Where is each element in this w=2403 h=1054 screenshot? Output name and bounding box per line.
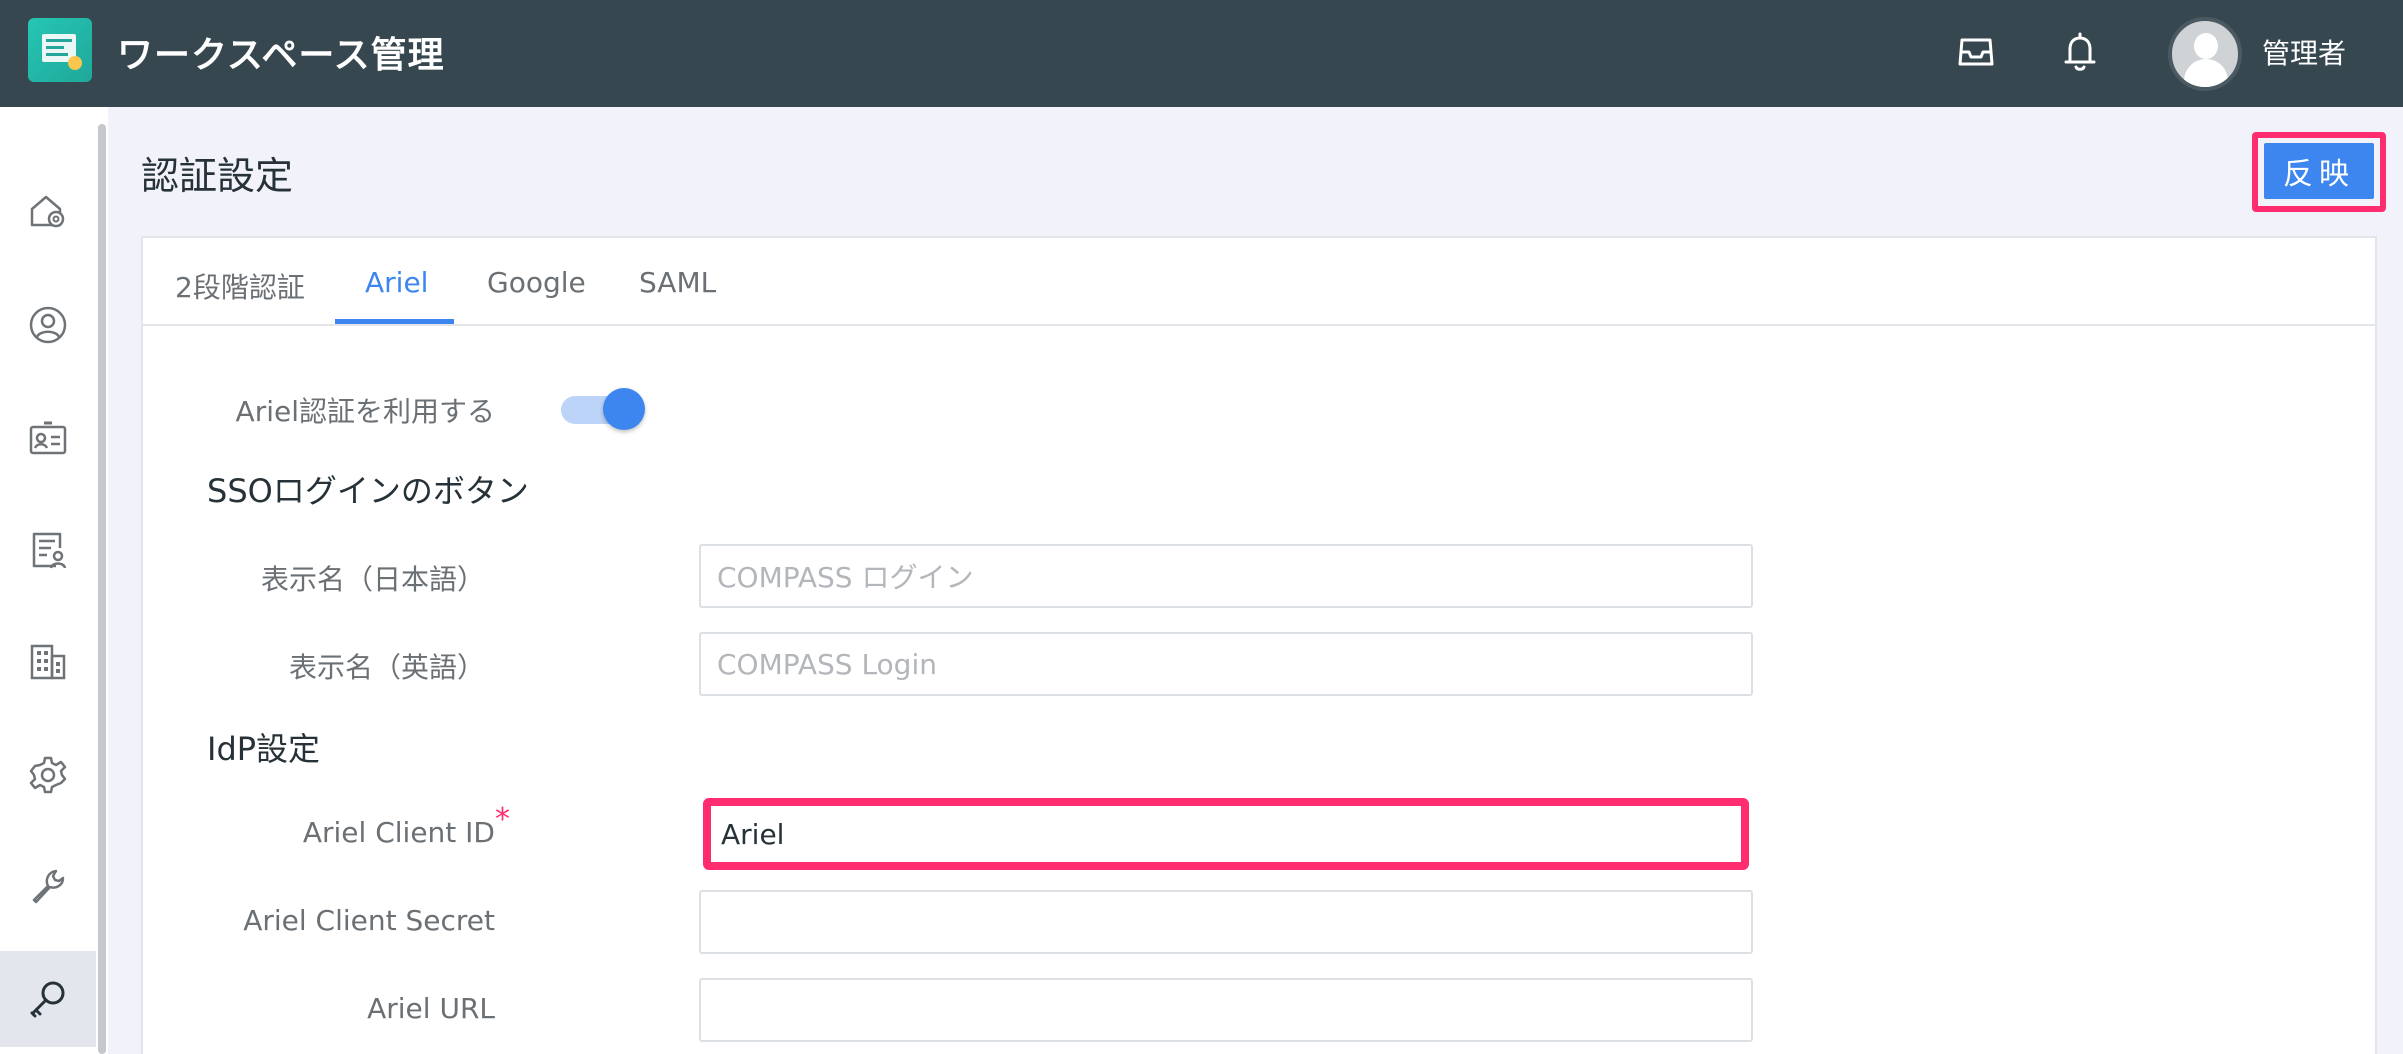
page-title: 認証設定 bbox=[141, 154, 294, 198]
document-user-icon bbox=[32, 532, 67, 569]
client-secret-label: Ariel Client Secret bbox=[243, 904, 495, 937]
ariel-url-label: Ariel URL bbox=[367, 992, 495, 1025]
tab-bar: 2段階認証 Ariel Google SAML bbox=[143, 238, 2375, 326]
sidebar-item-organization[interactable] bbox=[0, 614, 96, 710]
sidebar-item-users[interactable] bbox=[0, 277, 96, 373]
sidebar bbox=[0, 107, 96, 1054]
sidebar-item-tools[interactable] bbox=[0, 838, 96, 934]
wrench-icon bbox=[32, 869, 65, 904]
tab-ariel[interactable]: Ariel bbox=[365, 266, 428, 299]
user-name[interactable]: 管理者 bbox=[2262, 32, 2346, 72]
required-marker: * bbox=[495, 802, 510, 837]
client-id-label: Ariel Client ID bbox=[302, 816, 495, 849]
sidebar-item-id-card[interactable] bbox=[0, 390, 96, 486]
sidebar-item-authentication[interactable] bbox=[0, 951, 96, 1047]
ariel-auth-toggle[interactable] bbox=[561, 386, 649, 432]
ariel-toggle-label: Ariel認証を利用する bbox=[235, 395, 495, 428]
key-icon bbox=[30, 981, 65, 1018]
home-settings-icon bbox=[30, 195, 65, 228]
app-header: ワークスペース管理 管理者 bbox=[0, 0, 2403, 107]
sidebar-scrollbar[interactable] bbox=[98, 124, 106, 1054]
idp-section-title: IdP設定 bbox=[207, 730, 321, 768]
id-card-icon bbox=[29, 421, 67, 455]
gear-icon bbox=[29, 756, 67, 794]
sso-section-title: SSOログインのボタン bbox=[207, 472, 529, 510]
inbox-icon[interactable] bbox=[1956, 30, 1996, 74]
active-tab-indicator bbox=[335, 319, 454, 324]
display-name-ja-placeholder: COMPASS ログイン bbox=[717, 561, 974, 594]
settings-card: 2段階認証 Ariel Google SAML Ariel認証を利用する SSO… bbox=[141, 236, 2377, 1054]
display-name-en-input[interactable]: COMPASS Login bbox=[699, 632, 1753, 696]
client-id-input[interactable]: Ariel bbox=[703, 798, 1749, 870]
client-id-value: Ariel bbox=[721, 817, 785, 851]
client-secret-input[interactable] bbox=[699, 890, 1753, 954]
sidebar-item-settings[interactable] bbox=[0, 727, 96, 823]
bell-icon[interactable] bbox=[2060, 30, 2100, 74]
sidebar-item-home-settings[interactable] bbox=[0, 163, 96, 259]
display-name-en-label: 表示名（英語） bbox=[288, 651, 485, 684]
tab-saml[interactable]: SAML bbox=[639, 266, 716, 299]
ariel-url-input[interactable] bbox=[699, 978, 1753, 1042]
app-logo-icon[interactable] bbox=[28, 18, 92, 82]
display-name-ja-input[interactable]: COMPASS ログイン bbox=[699, 544, 1753, 608]
app-title: ワークスペース管理 bbox=[117, 35, 445, 76]
user-circle-icon bbox=[29, 306, 67, 344]
tab-google[interactable]: Google bbox=[487, 266, 586, 299]
building-icon bbox=[30, 644, 66, 680]
avatar[interactable] bbox=[2168, 17, 2242, 91]
display-name-en-placeholder: COMPASS Login bbox=[717, 647, 937, 681]
tab-two-factor[interactable]: 2段階認証 bbox=[175, 266, 305, 306]
apply-button[interactable]: 反映 bbox=[2264, 143, 2374, 199]
sidebar-item-documents[interactable] bbox=[0, 502, 96, 598]
display-name-ja-label: 表示名（日本語） bbox=[260, 563, 485, 596]
